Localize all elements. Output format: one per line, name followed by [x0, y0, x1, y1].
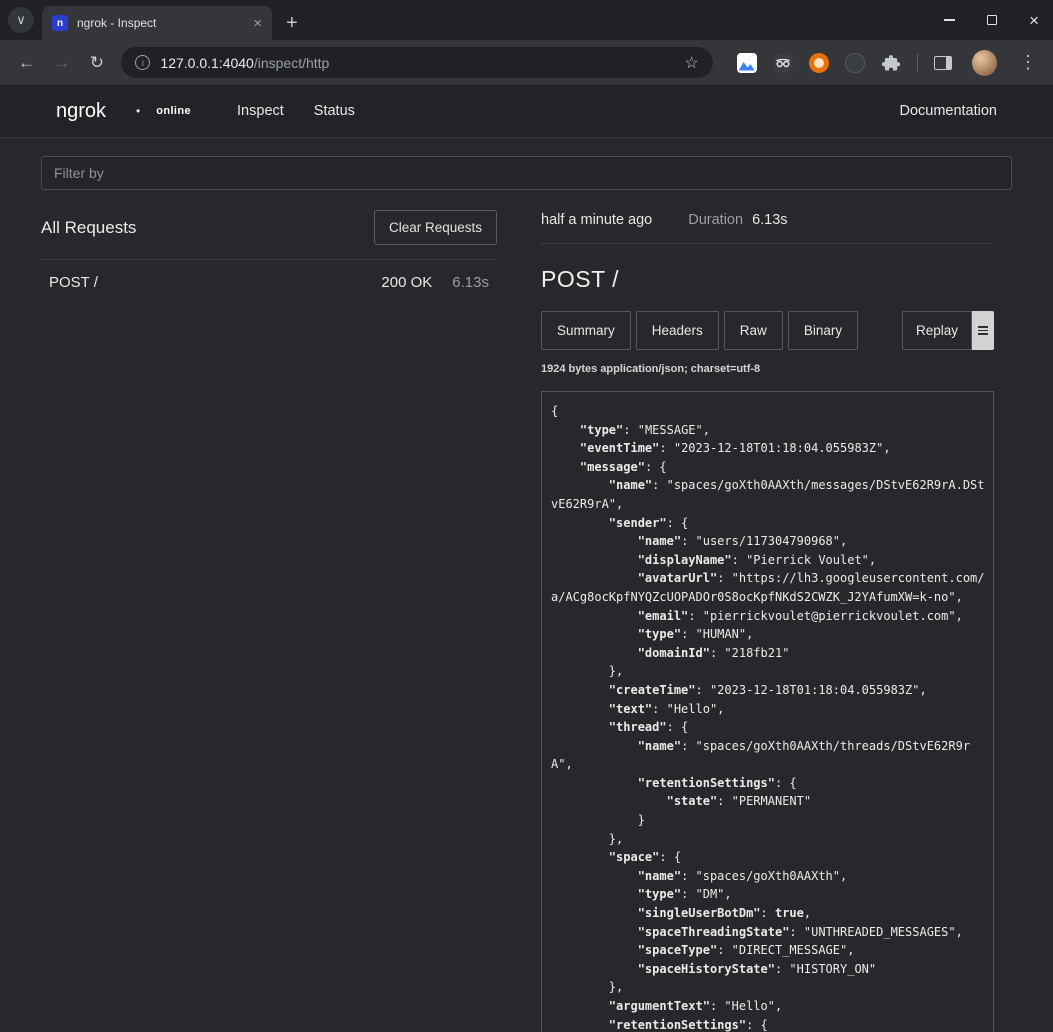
blue-image-extension-icon[interactable]	[737, 53, 757, 73]
reload-button[interactable]: ↻	[82, 53, 111, 73]
ngrok-logo[interactable]: ngrok	[56, 100, 106, 123]
chevron-down-icon: ∨	[16, 12, 26, 28]
detail-tabs: Summary Headers Raw Binary Replay	[541, 311, 994, 350]
url-host: 127.0.0.1:4040	[160, 55, 253, 71]
window-controls: ×	[944, 0, 1039, 40]
toolbar-separator	[917, 54, 918, 72]
new-tab-button[interactable]: +	[286, 13, 298, 33]
site-info-icon[interactable]: i	[135, 55, 150, 70]
hamburger-icon	[978, 326, 988, 335]
bookmark-star-icon[interactable]: ☆	[684, 53, 698, 73]
ngrok-inspect-page: ngrok • online Inspect Status Documentat…	[0, 85, 1053, 1032]
request-detail-panel: half a minute ago Duration 6.13s POST / …	[541, 200, 994, 1032]
requests-header: All Requests Clear Requests	[41, 200, 497, 260]
browser-menu-icon[interactable]: ⋮	[1015, 52, 1041, 73]
clear-requests-button[interactable]: Clear Requests	[374, 210, 497, 245]
duration-label: Duration	[688, 212, 743, 228]
dark-sphere-extension-icon[interactable]	[845, 53, 865, 73]
detail-meta-row: half a minute ago Duration 6.13s	[541, 200, 994, 244]
minimize-icon	[944, 19, 955, 21]
ngrok-header: ngrok • online Inspect Status Documentat…	[0, 85, 1053, 138]
url-path: /inspect/http	[254, 55, 330, 71]
back-button[interactable]: ←	[12, 53, 41, 73]
tab-close-icon[interactable]: ×	[253, 16, 262, 31]
extension-icons	[737, 53, 952, 73]
browser-window: ∨ n ngrok - Inspect × + × ← → ↻ i 127.0.…	[0, 0, 1053, 1032]
minimize-button[interactable]	[944, 19, 955, 21]
ngrok-favicon: n	[52, 15, 68, 31]
tab-strip: ∨ n ngrok - Inspect × + ×	[0, 0, 1053, 40]
nav-status[interactable]: Status	[314, 103, 355, 119]
maximize-button[interactable]	[987, 15, 997, 25]
browser-tab[interactable]: n ngrok - Inspect ×	[42, 6, 272, 40]
nav-documentation[interactable]: Documentation	[899, 103, 997, 119]
json-body: { "type": "MESSAGE", "eventTime": "2023-…	[541, 391, 994, 1032]
nav-inspect[interactable]: Inspect	[237, 103, 284, 119]
window-close-button[interactable]: ×	[1029, 12, 1039, 29]
maximize-icon	[987, 15, 997, 25]
url-bar[interactable]: i 127.0.0.1:4040/inspect/http ☆	[121, 47, 712, 78]
replay-button[interactable]: Replay	[902, 311, 972, 350]
profile-avatar[interactable]	[972, 50, 997, 76]
filter-input[interactable]	[41, 156, 1012, 190]
request-time-ago: half a minute ago	[541, 212, 652, 228]
request-duration: 6.13s	[452, 274, 489, 291]
request-status: 200 OK	[381, 274, 432, 291]
tab-title: ngrok - Inspect	[77, 16, 244, 30]
status-dot: •	[136, 104, 140, 118]
replay-menu-button[interactable]	[972, 311, 994, 350]
inspect-columns: All Requests Clear Requests POST / 200 O…	[41, 200, 1012, 1032]
request-row[interactable]: POST / 200 OK 6.13s	[41, 260, 497, 305]
inspect-content: All Requests Clear Requests POST / 200 O…	[0, 138, 1053, 1032]
tab-binary[interactable]: Binary	[788, 311, 858, 350]
tab-headers[interactable]: Headers	[636, 311, 719, 350]
request-row-meta: 200 OK 6.13s	[381, 274, 489, 291]
tab-search-button[interactable]: ∨	[8, 7, 34, 33]
all-requests-title: All Requests	[41, 218, 136, 238]
body-meta-text: 1924 bytes application/json; charset=utf…	[541, 363, 994, 375]
tab-summary[interactable]: Summary	[541, 311, 631, 350]
request-method-path: POST /	[49, 274, 98, 291]
browser-toolbar: ← → ↻ i 127.0.0.1:4040/inspect/http ☆	[0, 40, 1053, 85]
side-panel-icon[interactable]	[934, 56, 952, 70]
replay-group: Replay	[902, 311, 994, 350]
duration-value: 6.13s	[752, 212, 787, 228]
tab-raw[interactable]: Raw	[724, 311, 783, 350]
extensions-puzzle-icon[interactable]	[881, 53, 901, 73]
detail-title: POST /	[541, 266, 994, 293]
url-text: 127.0.0.1:4040/inspect/http	[160, 55, 329, 71]
status-online-label: online	[156, 105, 191, 117]
requests-panel: All Requests Clear Requests POST / 200 O…	[41, 200, 497, 1032]
goggles-extension-icon[interactable]	[773, 53, 793, 73]
forward-button[interactable]: →	[47, 53, 76, 73]
orange-ring-extension-icon[interactable]	[809, 53, 829, 73]
